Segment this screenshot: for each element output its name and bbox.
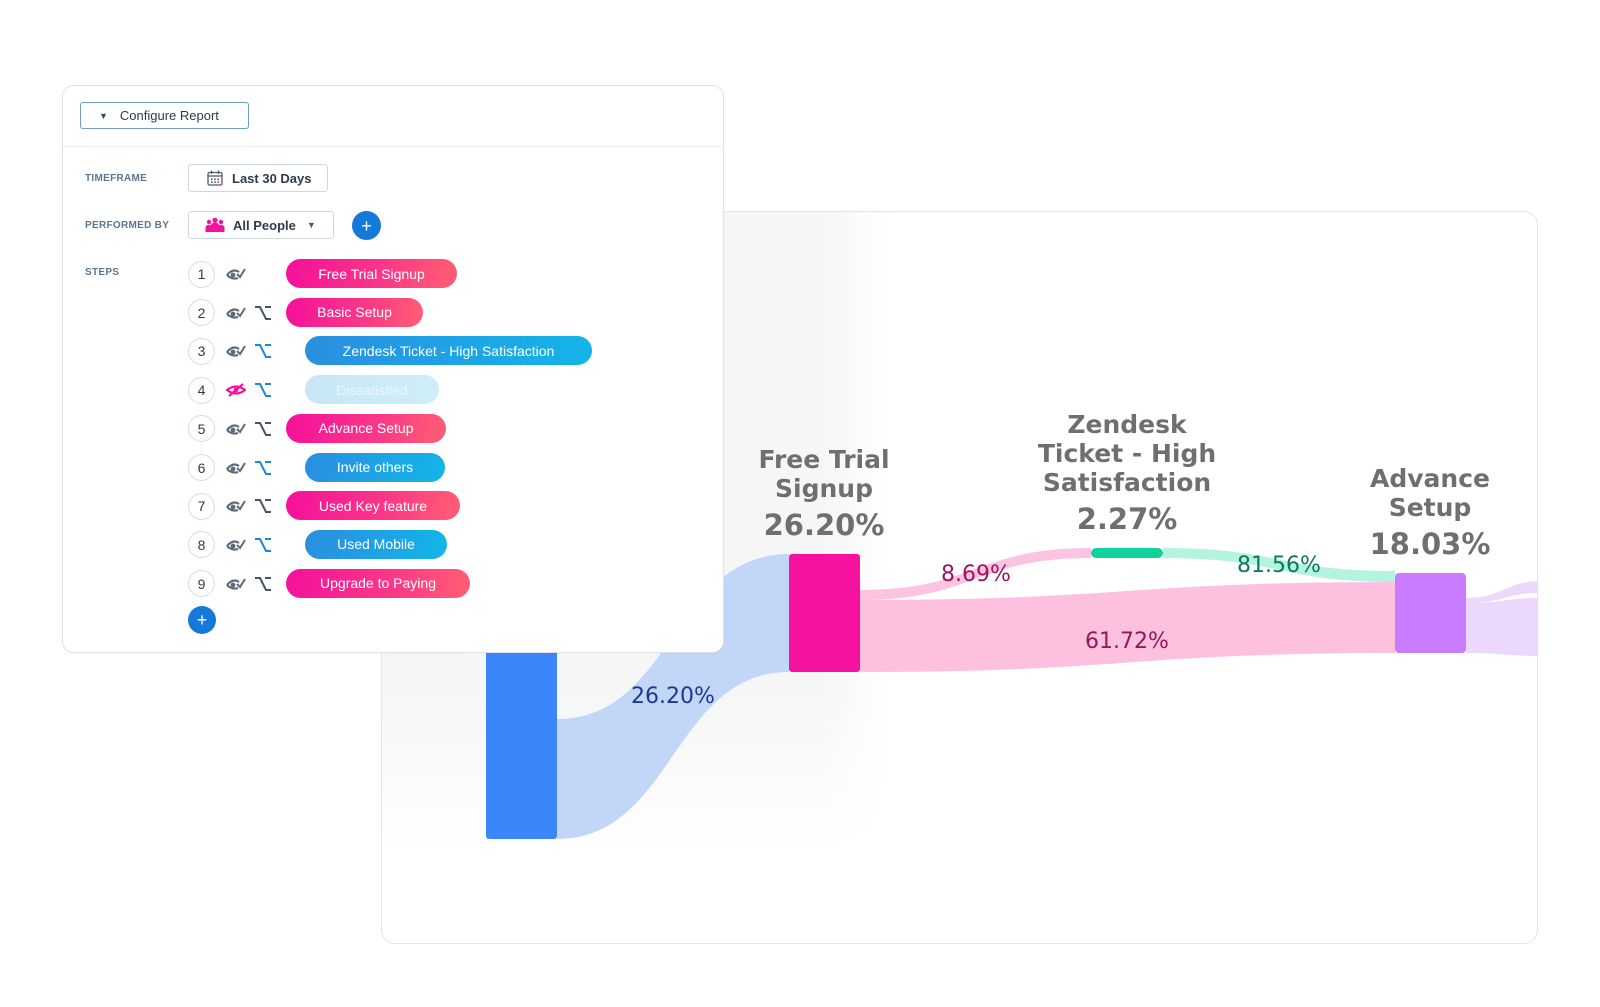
flow-label-zendesk-advance: 81.56% bbox=[1237, 553, 1321, 578]
calendar-icon bbox=[207, 170, 223, 186]
eye-check-icon[interactable] bbox=[226, 461, 246, 475]
step-pill[interactable]: Upgrade to Paying bbox=[286, 568, 470, 598]
flow-free-trial-to-advance[interactable] bbox=[860, 582, 1395, 672]
step-number: 7 bbox=[188, 492, 215, 520]
panel-header: ▼ Configure Report bbox=[63, 86, 723, 147]
step-pill[interactable]: Zendesk Ticket - High Satisfaction bbox=[305, 336, 592, 366]
performed-by-select[interactable]: All People ▼ bbox=[188, 211, 334, 239]
step-number: 2 bbox=[188, 299, 215, 327]
node-pct-zendesk: 2.27% bbox=[1076, 502, 1178, 536]
step-row: 8 Used Mobile bbox=[188, 529, 447, 560]
node-title-zendesk: Zendesk Ticket - High Satisfaction bbox=[1037, 410, 1217, 497]
step-row: 3 Zendesk Ticket - High Satisfaction bbox=[188, 336, 592, 366]
step-number: 5 bbox=[188, 415, 215, 443]
eye-check-icon[interactable] bbox=[226, 538, 246, 552]
node-title-free-trial: Free Trial Signup bbox=[758, 445, 890, 503]
branch-icon[interactable] bbox=[254, 537, 272, 553]
branch-icon[interactable] bbox=[254, 421, 272, 437]
step-row: 7 Used Key feature bbox=[188, 491, 460, 521]
step-pill[interactable]: Dissatisfied bbox=[305, 375, 439, 405]
eye-check-icon[interactable] bbox=[226, 499, 246, 513]
steps-label: STEPS bbox=[85, 267, 120, 278]
flow-label-free-trial-zendesk: 8.69% bbox=[941, 562, 1011, 587]
configure-report-panel: ▼ Configure Report TIMEFRAME Last 30 Day… bbox=[62, 85, 724, 653]
performed-by-value: All People bbox=[233, 217, 296, 233]
step-row: 4 Dissatisfied bbox=[188, 375, 439, 405]
step-row: 1 Free Trial Signup bbox=[188, 259, 457, 289]
add-filter-button[interactable]: + bbox=[352, 211, 381, 240]
add-step-button[interactable]: + bbox=[188, 606, 216, 634]
node-zendesk[interactable] bbox=[1091, 548, 1163, 558]
timeframe-select[interactable]: Last 30 Days bbox=[188, 164, 328, 192]
eye-check-icon[interactable] bbox=[226, 422, 246, 436]
eye-check-icon[interactable] bbox=[226, 306, 246, 320]
node-free-trial[interactable] bbox=[789, 554, 860, 672]
step-pill[interactable]: Advance Setup bbox=[286, 413, 446, 443]
configure-report-toggle[interactable]: ▼ Configure Report bbox=[80, 102, 249, 129]
performed-by-label: PERFORMED BY bbox=[85, 220, 170, 231]
flow-label-free-trial-advance: 61.72% bbox=[1085, 629, 1169, 654]
people-icon bbox=[205, 217, 225, 232]
step-pill[interactable]: Used Key feature bbox=[286, 491, 460, 521]
step-number: 1 bbox=[188, 260, 215, 288]
step-pill[interactable]: Invite others bbox=[305, 452, 445, 482]
step-number: 9 bbox=[188, 570, 215, 598]
branch-icon[interactable] bbox=[254, 343, 272, 359]
step-number: 3 bbox=[188, 337, 215, 365]
step-row: 6 Invite others bbox=[188, 452, 445, 483]
branch-icon[interactable] bbox=[254, 460, 272, 476]
step-pill[interactable]: Basic Setup bbox=[286, 297, 423, 327]
eye-check-icon[interactable] bbox=[226, 344, 246, 358]
node-pct-free-trial: 26.20% bbox=[763, 508, 885, 542]
flow-advance-to-next-b[interactable] bbox=[1466, 598, 1537, 656]
step-number: 6 bbox=[188, 454, 215, 481]
caret-down-icon: ▼ bbox=[99, 110, 108, 121]
node-advance[interactable] bbox=[1395, 573, 1466, 653]
step-row: 9 Upgrade to Paying bbox=[188, 568, 470, 599]
eye-check-icon[interactable] bbox=[226, 267, 246, 281]
configure-report-label: Configure Report bbox=[119, 108, 219, 123]
step-pill[interactable]: Free Trial Signup bbox=[286, 259, 457, 288]
timeframe-value: Last 30 Days bbox=[232, 170, 312, 186]
branch-icon[interactable] bbox=[254, 382, 272, 398]
node-pct-advance: 18.03% bbox=[1369, 527, 1491, 561]
flow-label-start-free-trial: 26.20% bbox=[631, 684, 715, 709]
branch-icon[interactable] bbox=[254, 498, 272, 514]
step-row: 5 Advance Setup bbox=[188, 413, 446, 444]
step-number: 4 bbox=[188, 376, 215, 404]
eye-check-icon[interactable] bbox=[226, 577, 246, 591]
branch-icon[interactable] bbox=[254, 576, 272, 592]
eye-hidden-icon[interactable] bbox=[226, 383, 246, 397]
caret-down-icon: ▼ bbox=[306, 220, 316, 230]
node-title-advance: Advance Setup bbox=[1370, 464, 1490, 522]
timeframe-label: TIMEFRAME bbox=[85, 173, 148, 184]
step-pill[interactable]: Used Mobile bbox=[305, 529, 447, 559]
step-row: 2 Basic Setup bbox=[188, 297, 423, 328]
step-number: 8 bbox=[188, 531, 215, 559]
branch-icon[interactable] bbox=[254, 305, 272, 321]
